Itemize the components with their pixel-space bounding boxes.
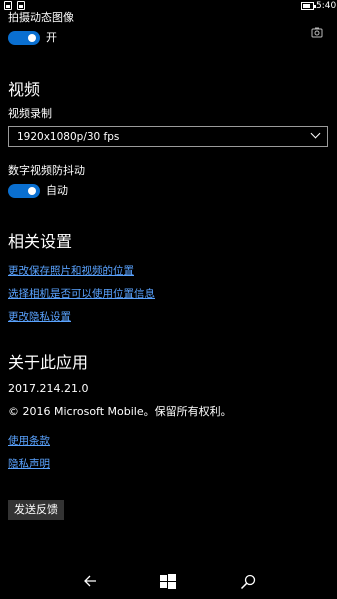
link-change-save-location[interactable]: 更改保存照片和视频的位置 [8,264,134,278]
stabilization-toggle[interactable] [8,184,40,198]
about-header: 关于此应用 [8,353,89,372]
windows-start-icon[interactable] [160,574,176,590]
live-images-label: 拍摄动态图像 [8,11,74,24]
chevron-down-icon [310,128,321,139]
status-time: 5:40 [316,1,337,11]
related-settings-header: 相关设置 [8,232,73,251]
app-version: 2017.214.21.0 [8,382,89,395]
notification-icon [17,1,25,10]
toggle-knob [28,34,36,42]
video-section-header: 视频 [8,80,41,99]
live-images-toggle[interactable] [8,31,40,45]
live-images-state: 开 [46,31,57,44]
link-location-permission[interactable]: 选择相机是否可以使用位置信息 [8,287,155,301]
toggle-knob [28,187,36,195]
battery-icon [301,2,316,10]
stabilization-state: 自动 [46,184,68,197]
search-icon[interactable] [240,574,256,590]
stabilization-label: 数字视频防抖动 [8,164,85,177]
link-privacy-settings[interactable]: 更改隐私设置 [8,310,71,324]
video-recording-dropdown[interactable]: 1920x1080p/30 fps [8,126,328,147]
send-feedback-button[interactable]: 发送反馈 [8,500,64,520]
navigation-bar [0,566,337,599]
video-recording-label: 视频录制 [8,107,52,120]
copyright-text: © 2016 Microsoft Mobile。保留所有权利。 [8,405,232,418]
camera-settings-icon[interactable] [311,27,323,38]
link-privacy-statement[interactable]: 隐私声明 [8,457,50,471]
link-terms-of-use[interactable]: 使用条款 [8,434,50,448]
video-recording-value: 1920x1080p/30 fps [17,131,120,143]
back-arrow-icon[interactable] [83,574,97,588]
notification-icon [4,1,12,10]
